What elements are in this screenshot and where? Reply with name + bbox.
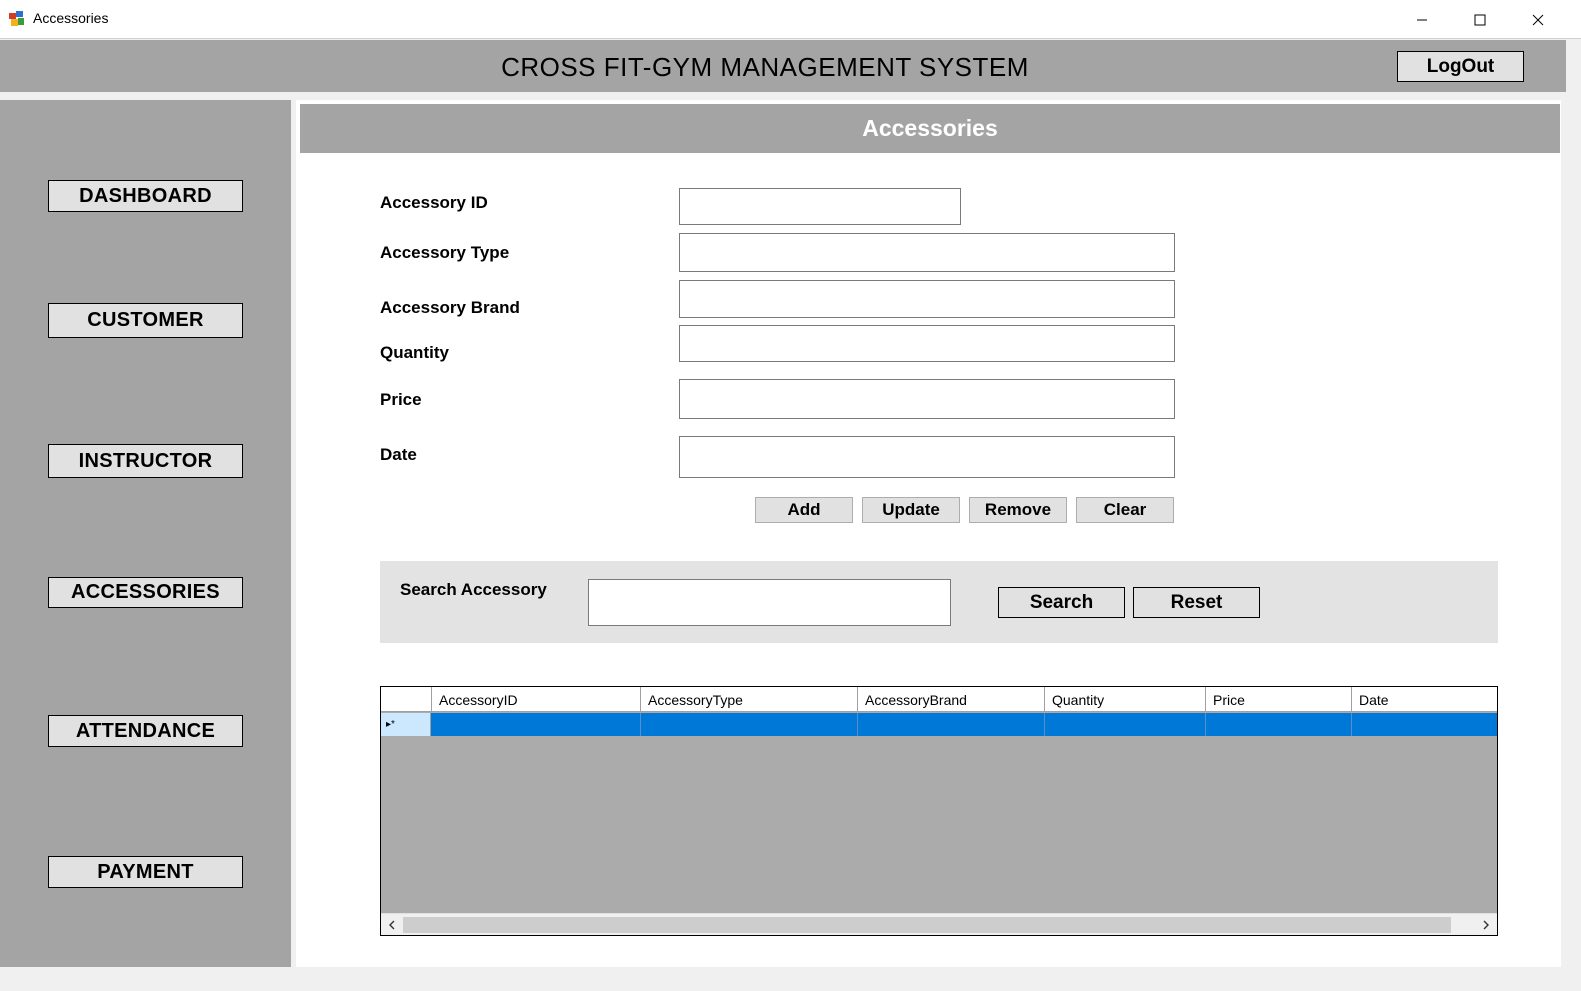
close-icon[interactable] (1509, 0, 1567, 39)
window-title-bar (0, 0, 1581, 39)
add-button[interactable]: Add (755, 497, 853, 523)
new-row[interactable] (381, 713, 1497, 736)
accessory-brand-input[interactable] (679, 280, 1175, 318)
app-icon (9, 11, 25, 27)
scroll-right-icon[interactable] (1475, 914, 1497, 935)
accessory-type-input[interactable] (679, 233, 1175, 272)
search-button[interactable]: Search (998, 587, 1125, 618)
cell-divider (1205, 713, 1206, 736)
quantity-label: Quantity (380, 343, 449, 362)
logout-button[interactable]: LogOut (1397, 51, 1524, 82)
quantity-input[interactable] (679, 325, 1175, 362)
new-row-marker[interactable]: ▸* (381, 713, 431, 736)
scrollbar-thumb[interactable] (403, 917, 1451, 933)
date-input[interactable] (679, 436, 1175, 478)
update-button[interactable]: Update (862, 497, 960, 523)
window-bottom-edge (0, 967, 1581, 991)
window-edge (1566, 40, 1581, 967)
page-heading: Accessories (300, 104, 1560, 153)
clear-button[interactable]: Clear (1076, 497, 1174, 523)
accessories-grid[interactable]: AccessoryID AccessoryType AccessoryBrand… (380, 686, 1498, 936)
nav-instructor-button[interactable]: INSTRUCTOR (48, 444, 243, 478)
cell-divider (1351, 713, 1352, 736)
app-title: CROSS FIT-GYM MANAGEMENT SYSTEM (501, 52, 1029, 82)
accessory-brand-label: Accessory Brand (380, 298, 520, 317)
nav-dashboard-button[interactable]: DASHBOARD (48, 180, 243, 212)
column-header-date[interactable]: Date (1351, 687, 1497, 712)
date-label: Date (380, 445, 417, 464)
remove-button[interactable]: Remove (969, 497, 1067, 523)
cell-divider (1044, 713, 1045, 736)
nav-customer-button[interactable]: CUSTOMER (48, 303, 243, 338)
reset-button[interactable]: Reset (1133, 587, 1260, 618)
column-header-accessorytype[interactable]: AccessoryType (640, 687, 858, 712)
minimize-icon[interactable] (1393, 0, 1451, 39)
accessory-id-label: Accessory ID (380, 193, 488, 212)
price-label: Price (380, 390, 422, 409)
nav-payment-button[interactable]: PAYMENT (48, 856, 243, 888)
column-header-quantity[interactable]: Quantity (1044, 687, 1206, 712)
column-header-accessoryid[interactable]: AccessoryID (431, 687, 641, 712)
cell-divider (857, 713, 858, 736)
window-title: Accessories (33, 10, 109, 26)
accessory-id-input[interactable] (679, 188, 961, 225)
column-header-price[interactable]: Price (1205, 687, 1352, 712)
sidebar (0, 100, 291, 967)
scroll-left-icon[interactable] (381, 914, 403, 935)
search-accessory-label: Search Accessory (400, 580, 547, 599)
cell-divider (640, 713, 641, 736)
search-input[interactable] (588, 579, 951, 626)
horizontal-scrollbar[interactable] (381, 913, 1497, 935)
column-header-accessorybrand[interactable]: AccessoryBrand (857, 687, 1045, 712)
price-input[interactable] (679, 379, 1175, 419)
nav-attendance-button[interactable]: ATTENDANCE (48, 715, 243, 747)
maximize-icon[interactable] (1451, 0, 1509, 39)
accessory-type-label: Accessory Type (380, 243, 510, 262)
nav-accessories-button[interactable]: ACCESSORIES (48, 577, 243, 608)
